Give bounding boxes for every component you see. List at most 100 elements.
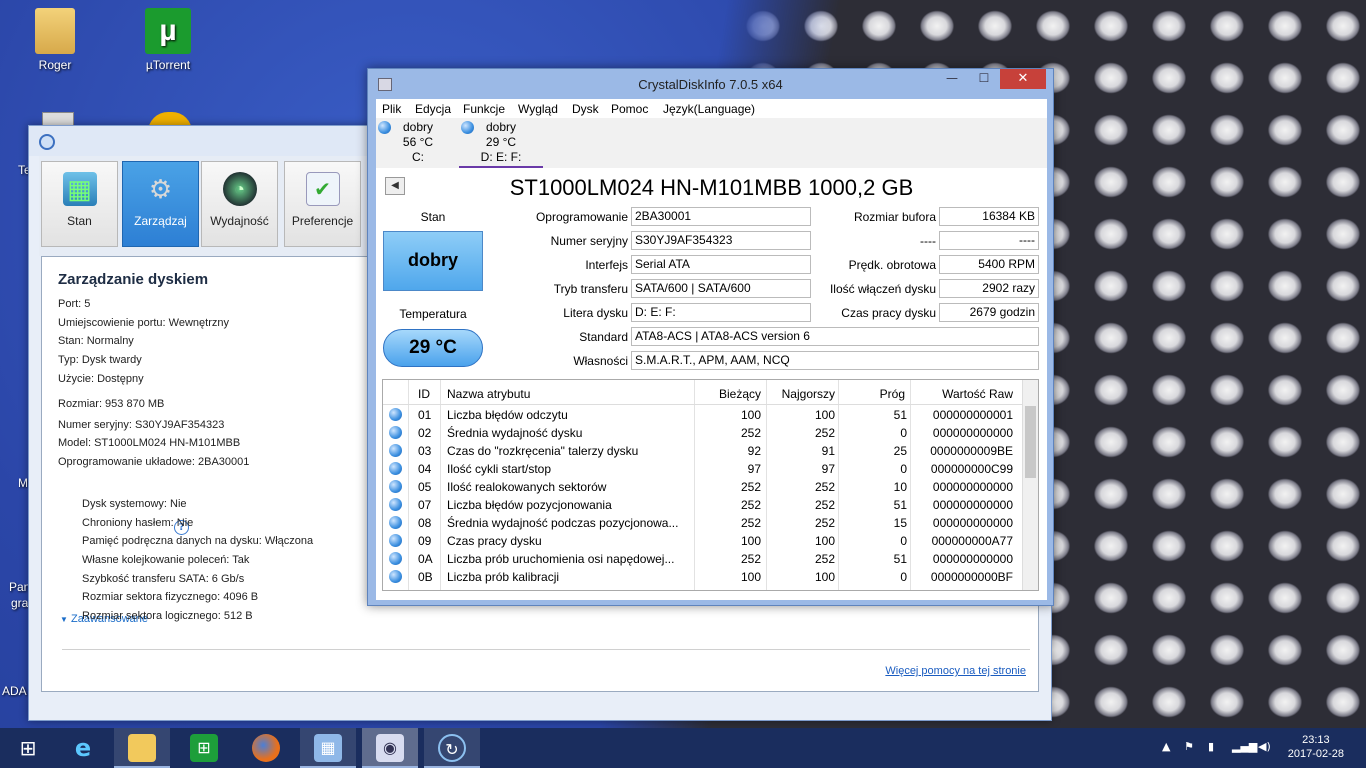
property-usage: Użycie: Dostępny — [58, 373, 144, 385]
toolbar-button-stan[interactable]: ▦ Stan — [41, 161, 118, 247]
taskbar-explorer[interactable] — [114, 728, 170, 768]
menu-wyglad[interactable]: Wygląd — [518, 102, 558, 116]
taskbar-update[interactable]: ↻ — [424, 728, 480, 768]
table-header: ID Nazwa atrybutu Bieżący Najgorszy Próg… — [383, 380, 1023, 405]
cell-current: 252 — [740, 552, 761, 566]
table-row[interactable]: 0A Liczba prób uruchomienia osi napędowej… — [383, 550, 1023, 568]
cell-name: Liczba błędów pozycjonowania — [447, 498, 612, 512]
disk-tab-c[interactable]: dobry 56 °C C: — [376, 118, 460, 168]
clock[interactable]: 23:13 2017-02-28 — [1288, 733, 1344, 761]
maximize-button[interactable]: ☐ — [971, 69, 997, 89]
table-row[interactable]: 09 Czas pracy dysku 100 100 0 000000000A77 — [383, 532, 1023, 550]
close-button[interactable]: ✕ — [1000, 69, 1046, 89]
clock-date: 2017-02-28 — [1287, 748, 1344, 760]
status-good-icon — [378, 121, 391, 134]
scrollbar-thumb[interactable] — [1025, 406, 1036, 478]
table-row[interactable]: 04 Ilość cykli start/stop 97 97 0 000000000C9… — [383, 460, 1023, 478]
standard-label: Standard — [579, 330, 628, 344]
cell-name: Czas pracy dysku — [447, 534, 542, 548]
more-help-link[interactable]: Więcej pomocy na tej stronie — [885, 665, 1026, 677]
table-row[interactable]: 05 Ilość realokowanych sektorów 252 252 10 00… — [383, 478, 1023, 496]
clock-time: 23:13 — [1302, 734, 1330, 746]
disk-manager-icon: ▦ — [314, 734, 342, 762]
divider — [62, 649, 1030, 650]
crystaldiskinfo-icon: ◉ — [376, 734, 404, 762]
menu-dysk[interactable]: Dysk — [572, 102, 599, 116]
property-status: Stan: Normalny — [58, 335, 134, 347]
taskbar-store[interactable]: ⊞ — [176, 728, 232, 768]
advanced-property: Szybkość transferu SATA: 6 Gb/s — [82, 573, 245, 585]
advanced-property: Rozmiar sektora logicznego: 512 B — [82, 610, 253, 622]
taskbar-crystaldiskinfo[interactable]: ◉ — [362, 728, 418, 768]
serial-label: Numer seryjny — [550, 234, 628, 248]
toolbar-button-wydajnosc[interactable]: ◔ Wydajność — [201, 161, 278, 247]
health-status-badge[interactable]: dobry — [383, 231, 483, 291]
cell-threshold: 10 — [893, 480, 907, 494]
checklist-icon: ✔ — [305, 172, 340, 206]
cell-worst: 100 — [814, 408, 835, 422]
interface-field: Serial ATA — [631, 255, 811, 274]
desktop-icon-utorrent[interactable]: µ µTorrent — [123, 8, 213, 72]
desktop-icon-roger[interactable]: Roger — [10, 8, 100, 72]
status-good-icon — [389, 570, 402, 583]
menu-funkcje[interactable]: Funkcje — [463, 102, 505, 116]
cell-current: 100 — [740, 408, 761, 422]
window-titlebar[interactable]: CrystalDiskInfo 7.0.5 x64 — ☐ ✕ — [368, 69, 1053, 99]
header-raw[interactable]: Wartość Raw — [942, 387, 1013, 401]
advanced-property: Chroniony hasłem: Nie — [82, 517, 194, 529]
start-button[interactable]: ⊞ — [0, 728, 56, 768]
status-label: Stan — [420, 210, 446, 224]
network-icon[interactable]: ▂▄▆ — [1232, 740, 1257, 753]
cell-id: 05 — [418, 480, 432, 494]
edge-label: M — [18, 476, 28, 490]
standard-field: ATA8-ACS | ATA8-ACS version 6 — [631, 327, 1039, 346]
transfer-label: Tryb transferu — [553, 282, 628, 296]
header-worst[interactable]: Najgorszy — [782, 387, 835, 401]
show-hidden-icons[interactable]: ▲ — [1162, 740, 1170, 753]
table-row[interactable]: 08 Średnia wydajność podczas pozycjonowa.… — [383, 514, 1023, 532]
taskbar-disk-manager[interactable]: ▦ — [300, 728, 356, 768]
cell-worst: 100 — [814, 570, 835, 584]
toolbar-button-preferencje[interactable]: ✔ Preferencje — [284, 161, 361, 247]
disk-tab-d[interactable]: dobry 29 °C D: E: F: — [459, 118, 543, 168]
header-name[interactable]: Nazwa atrybutu — [447, 387, 530, 401]
menu-jezyk[interactable]: Język(Language) — [663, 102, 755, 116]
partial-desktop-icon[interactable] — [42, 112, 74, 126]
minimize-button[interactable]: — — [939, 69, 965, 89]
toolbar-button-zarzadzaj[interactable]: ⚙ Zarządzaj — [122, 161, 199, 247]
volume-icon[interactable]: ◀) — [1258, 740, 1271, 753]
header-threshold[interactable]: Próg — [880, 387, 905, 401]
menu-pomoc[interactable]: Pomoc — [611, 102, 648, 116]
header-id[interactable]: ID — [418, 387, 430, 401]
table-row[interactable]: 07 Liczba błędów pozycjonowania 252 252 51 00… — [383, 496, 1023, 514]
firmware-field: 2BA30001 — [631, 207, 811, 226]
table-row[interactable]: 0B Liczba prób kalibracji 100 100 0 000000000… — [383, 568, 1023, 586]
menu-edycja[interactable]: Edycja — [415, 102, 451, 116]
table-row[interactable]: 01 Liczba błędów odczytu 100 100 51 000000000… — [383, 406, 1023, 424]
advanced-property: Rozmiar sektora fizycznego: 4096 B — [82, 591, 259, 603]
cell-id: 08 — [418, 516, 432, 530]
cell-id: 02 — [418, 426, 432, 440]
status-good-icon — [461, 121, 474, 134]
cell-worst: 252 — [814, 480, 835, 494]
cell-worst: 252 — [814, 552, 835, 566]
rpm-label: Prędk. obrotowa — [848, 258, 936, 272]
flag-icon[interactable]: ⚑ — [1184, 740, 1194, 753]
table-scrollbar[interactable] — [1022, 380, 1038, 590]
edge-label: ADA — [2, 684, 27, 698]
cell-raw: 000000000000 — [932, 516, 1013, 530]
battery-icon[interactable]: ▮ — [1208, 740, 1214, 753]
menu-plik[interactable]: Plik — [382, 102, 401, 116]
status-good-icon — [389, 444, 402, 457]
header-current[interactable]: Bieżący — [719, 387, 761, 401]
smart-attributes-table[interactable]: ID Nazwa atrybutu Bieżący Najgorszy Próg… — [382, 379, 1039, 591]
taskbar-ie[interactable]: e — [55, 728, 111, 768]
cell-raw: 000000000000 — [932, 480, 1013, 494]
letters-label: Litera dysku — [563, 306, 628, 320]
cell-id: 01 — [418, 408, 432, 422]
table-row[interactable]: 02 Średnia wydajność dysku 252 252 0 00000000… — [383, 424, 1023, 442]
taskbar-firefox[interactable] — [238, 728, 294, 768]
disk-tab-letter: C: — [412, 150, 424, 164]
features-label: Własności — [573, 354, 628, 368]
table-row[interactable]: 03 Czas do "rozkręcenia" talerzy dysku 92 9… — [383, 442, 1023, 460]
